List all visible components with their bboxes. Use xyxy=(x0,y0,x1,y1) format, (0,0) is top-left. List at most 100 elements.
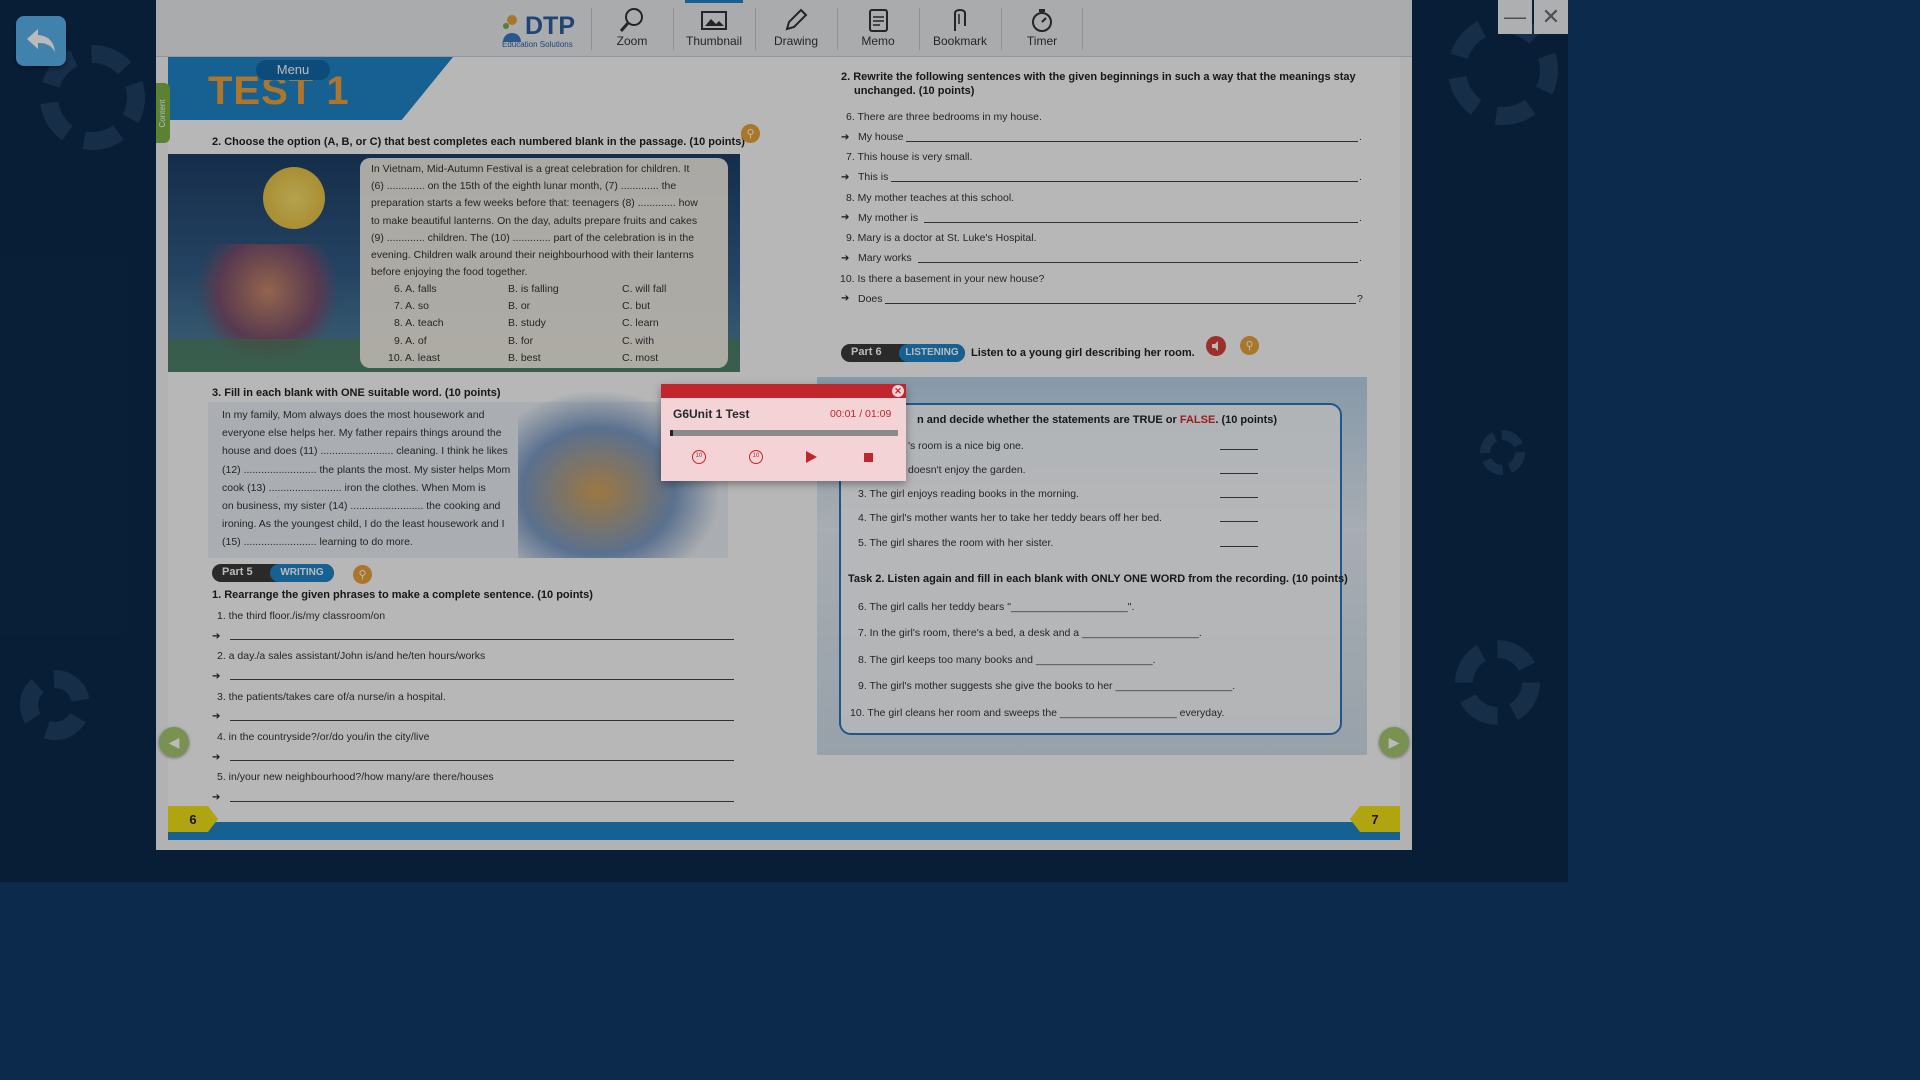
timer-label: Timer xyxy=(1026,34,1058,48)
task2-item: 6. The girl calls her teddy bears "_____… xyxy=(858,601,1135,613)
memo-label: Memo xyxy=(861,34,895,48)
drawing-tool[interactable]: Drawing xyxy=(755,6,837,54)
writing-item: 3. the patients/takes care of/a nurse/in… xyxy=(217,691,446,703)
background-decoration xyxy=(1480,430,1525,475)
player-time: 00:01 / 01:09 xyxy=(830,408,892,420)
minimize-button[interactable]: — xyxy=(1498,0,1532,34)
answer-key-icon[interactable]: ⚲ xyxy=(741,124,760,143)
option-c: C. learn xyxy=(622,317,659,330)
logo-text: DTP xyxy=(525,12,575,40)
logo-subtitle: Education Solutions xyxy=(502,40,573,49)
answer-line[interactable] xyxy=(1220,521,1258,522)
writing-item: 2. a day./a sales assistant/John is/and … xyxy=(217,650,486,662)
answer-line[interactable] xyxy=(891,181,1358,182)
q3-line: (15) ......................... learning … xyxy=(222,536,413,549)
player-progress-bar[interactable] xyxy=(670,430,898,436)
answer-key-icon[interactable]: ⚲ xyxy=(1240,336,1259,355)
part6-badge: Part 6 LISTENING xyxy=(841,344,965,362)
task1-heading: n and decide whether the statements are … xyxy=(917,414,1277,426)
passage-line: In Vietnam, Mid-Autumn Festival is a gre… xyxy=(371,163,690,175)
answer-line[interactable] xyxy=(1220,546,1258,547)
passage-line: before enjoying the food together. xyxy=(371,266,528,279)
part5-label: Part 5 xyxy=(222,566,253,578)
answer-line[interactable] xyxy=(230,679,734,680)
arrow-icon: ➔ xyxy=(841,132,850,143)
thumbnail-icon xyxy=(701,11,727,30)
arrow-icon: ➔ xyxy=(841,253,850,264)
menu-button[interactable]: Menu xyxy=(256,60,330,80)
q3-line: ironing. As the youngest child, I do the… xyxy=(222,518,505,531)
answer-line[interactable] xyxy=(1220,449,1258,450)
rewrite-end: . xyxy=(1359,171,1362,183)
option-c: C. with xyxy=(622,334,655,347)
passage-line: evening. Children walk around their neig… xyxy=(371,249,694,262)
answer-line[interactable] xyxy=(924,222,1358,223)
right-page-number: 7 xyxy=(1350,806,1400,832)
footer-bar xyxy=(168,822,1400,840)
answer-line[interactable] xyxy=(230,720,734,721)
rewrite-question: 8. My mother teaches at this school. xyxy=(846,192,1015,204)
back-button[interactable] xyxy=(16,16,66,66)
arrow-icon: ➔ xyxy=(212,752,221,763)
toolbar-divider xyxy=(1082,8,1083,50)
active-tool-indicator xyxy=(685,0,743,3)
answer-line[interactable] xyxy=(1220,497,1258,498)
answer-line[interactable] xyxy=(906,141,1358,142)
answer-line[interactable] xyxy=(918,262,1358,263)
thumbnail-tool[interactable]: Thumbnail xyxy=(673,0,755,54)
answer-line[interactable] xyxy=(230,801,734,802)
writing-item: 5. in/your new neighbourhood?/how many/a… xyxy=(217,771,494,783)
true-label: TRUE xyxy=(1132,414,1163,426)
rewrite-question: 10. Is there a basement in your new hous… xyxy=(840,273,1045,285)
q3-line: everyone else helps her. My father repai… xyxy=(222,427,502,440)
option-b: B. or xyxy=(508,300,531,313)
task1-or: or xyxy=(1162,414,1180,426)
answer-key-icon[interactable]: ⚲ xyxy=(353,565,372,584)
arrow-icon: ➔ xyxy=(841,172,850,183)
next-page-button[interactable]: ▶ xyxy=(1379,727,1409,757)
background-decoration xyxy=(1455,640,1540,725)
timer-tool[interactable]: Timer xyxy=(1001,6,1083,54)
zoom-icon xyxy=(619,8,643,32)
arrow-icon: ➔ xyxy=(212,631,221,642)
answer-line[interactable] xyxy=(885,303,1356,304)
forward-10-button[interactable]: 10 xyxy=(749,450,763,464)
back-arrow-icon xyxy=(27,29,55,52)
passage-line: (6) ............. on the 15th of the eig… xyxy=(371,180,677,193)
zoom-tool[interactable]: Zoom xyxy=(591,6,673,54)
q3-line: In my family, Mom always does the most h… xyxy=(222,409,485,421)
option-row: 9. A. of B. for C. with xyxy=(394,333,724,350)
player-progress-fill xyxy=(670,430,674,436)
play-button[interactable] xyxy=(804,450,818,469)
memo-tool[interactable]: Memo xyxy=(837,6,919,54)
previous-page-button[interactable]: ◀ xyxy=(159,727,189,757)
passage-line: to make beautiful lanterns. On the day, … xyxy=(371,214,698,227)
rewind-10-button[interactable]: 10 xyxy=(692,450,706,464)
player-close-button[interactable]: ✕ xyxy=(892,385,904,397)
bookmark-label: Bookmark xyxy=(932,34,988,48)
q3-passage: In my family, Mom always does the most h… xyxy=(222,406,532,552)
question-3-heading: 3. Fill in each blank with ONE suitable … xyxy=(212,387,501,399)
bookmark-tool[interactable]: Bookmark xyxy=(919,6,1001,54)
rewrite-question: 9. Mary is a doctor at St. Luke's Hospit… xyxy=(846,232,1037,244)
speaker-icon xyxy=(1212,341,1218,351)
rewrite-end: . xyxy=(1359,212,1362,224)
part6-heading: Listen to a young girl describing her ro… xyxy=(971,347,1195,359)
task2-item: 10. The girl cleans her room and sweeps … xyxy=(850,707,1225,719)
background-decoration xyxy=(20,670,90,740)
memo-icon xyxy=(869,9,888,32)
answer-line[interactable] xyxy=(230,760,734,761)
rewrite-heading: 2. Rewrite the following sentences with … xyxy=(841,71,1356,83)
writing-1-heading: 1. Rearrange the given phrases to make a… xyxy=(212,589,593,601)
stop-button[interactable] xyxy=(864,453,873,462)
option-b: B. best xyxy=(508,351,541,364)
task1-points: . (10 points) xyxy=(1215,414,1278,426)
option-row: 8. A. teach B. study C. learn xyxy=(394,315,724,332)
option-a: 6. A. falls xyxy=(394,283,437,295)
close-window-button[interactable]: ✕ xyxy=(1534,0,1568,34)
answer-line[interactable] xyxy=(230,639,734,640)
audio-play-button[interactable] xyxy=(1206,336,1226,356)
answer-line[interactable] xyxy=(1220,473,1258,474)
task2-item: 9. The girl's mother suggests she give t… xyxy=(858,680,1236,692)
question-2-heading: 2. Choose the option (A, B, or C) that b… xyxy=(212,136,745,148)
